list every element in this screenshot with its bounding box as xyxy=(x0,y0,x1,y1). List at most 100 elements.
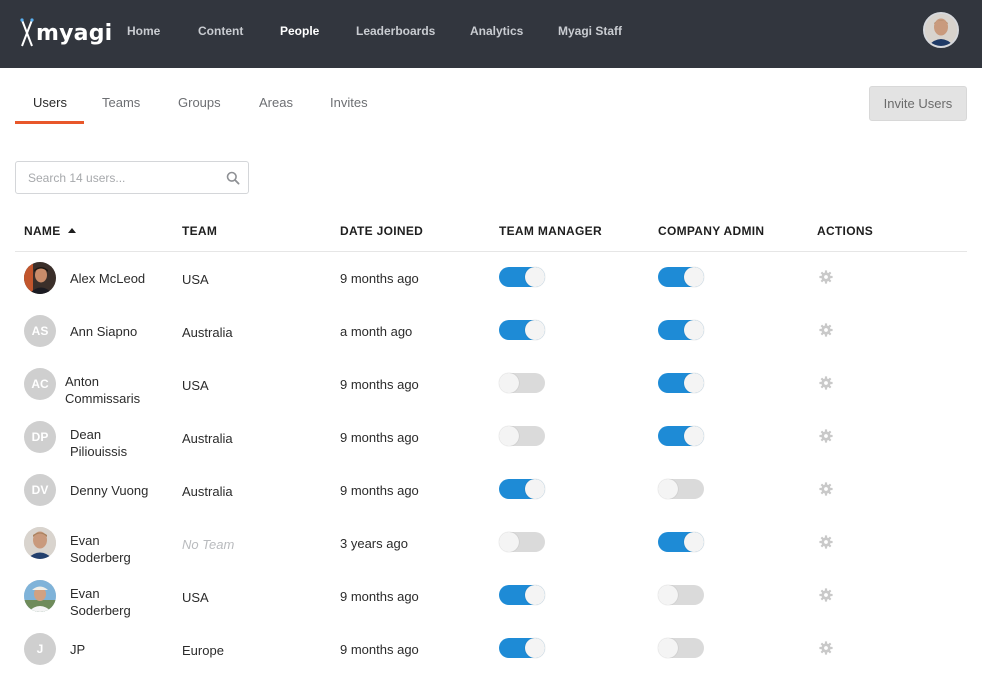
user-name[interactable]: Alex McLeod xyxy=(70,270,170,287)
user-name[interactable]: Dean Piliouissis xyxy=(70,426,150,460)
toggle-knob xyxy=(525,479,545,499)
top-navigation-bar: myagi Home Content People Leaderboards A… xyxy=(0,0,982,68)
toggle-knob xyxy=(525,320,545,340)
company-admin-toggle[interactable] xyxy=(658,638,704,658)
avatar-initials: AS xyxy=(31,324,49,338)
search-icon[interactable] xyxy=(226,171,240,185)
avatar xyxy=(24,527,56,559)
toggle-knob xyxy=(684,426,704,446)
company-admin-toggle[interactable] xyxy=(658,532,704,552)
column-header-actions: ACTIONS xyxy=(817,224,874,238)
user-name[interactable]: Anton Commissaris xyxy=(65,373,155,407)
user-name[interactable]: Evan Soderberg xyxy=(70,585,150,619)
user-name[interactable]: Evan Soderberg xyxy=(70,532,150,566)
toggle-knob xyxy=(525,638,545,658)
toggle-knob xyxy=(499,532,519,552)
toggle-knob xyxy=(658,585,678,605)
team-manager-toggle[interactable] xyxy=(499,532,545,552)
user-team: USA xyxy=(182,378,209,393)
company-admin-toggle[interactable] xyxy=(658,426,704,446)
nav-content[interactable]: Content xyxy=(198,24,243,38)
toggle-knob xyxy=(684,532,704,552)
nav-analytics[interactable]: Analytics xyxy=(470,24,523,38)
column-header-company-admin[interactable]: COMPANY ADMIN xyxy=(658,224,764,238)
table-row[interactable]: Evan Soderberg USA 9 months ago xyxy=(0,570,982,623)
avatar xyxy=(24,580,56,612)
gear-icon[interactable] xyxy=(819,641,833,655)
date-joined: 9 months ago xyxy=(340,483,419,498)
toggle-knob xyxy=(525,585,545,605)
table-row[interactable]: Evan Soderberg No Team 3 years ago xyxy=(0,517,982,570)
nav-leaderboards[interactable]: Leaderboards xyxy=(356,24,435,38)
search-box xyxy=(15,161,249,194)
nav-home[interactable]: Home xyxy=(127,24,160,38)
company-admin-toggle[interactable] xyxy=(658,320,704,340)
toggle-knob xyxy=(658,638,678,658)
date-joined: a month ago xyxy=(340,324,413,339)
tab-invites[interactable]: Invites xyxy=(330,95,368,110)
company-admin-toggle[interactable] xyxy=(658,479,704,499)
date-joined: 9 months ago xyxy=(340,589,419,604)
table-row[interactable]: AC Anton Commissaris USA 9 months ago xyxy=(0,358,982,411)
company-admin-toggle[interactable] xyxy=(658,585,704,605)
toggle-knob xyxy=(499,373,519,393)
tab-users[interactable]: Users xyxy=(33,95,67,110)
column-header-name[interactable]: NAME xyxy=(24,224,76,238)
user-team: USA xyxy=(182,590,209,605)
avatar: AC xyxy=(24,368,56,400)
column-header-name-label: NAME xyxy=(24,224,61,238)
team-manager-toggle[interactable] xyxy=(499,267,545,287)
column-header-team[interactable]: TEAM xyxy=(182,224,217,238)
tab-teams[interactable]: Teams xyxy=(102,95,140,110)
avatar: J xyxy=(24,633,56,665)
avatar xyxy=(24,262,56,294)
toggle-knob xyxy=(684,373,704,393)
tab-groups[interactable]: Groups xyxy=(178,95,221,110)
team-manager-toggle[interactable] xyxy=(499,638,545,658)
gear-icon[interactable] xyxy=(819,588,833,602)
date-joined: 3 years ago xyxy=(340,536,408,551)
date-joined: 9 months ago xyxy=(340,642,419,657)
table-row[interactable]: AS Ann Siapno Australia a month ago xyxy=(0,305,982,358)
date-joined: 9 months ago xyxy=(340,430,419,445)
people-tabs: Users Teams Groups Areas Invites xyxy=(0,95,700,115)
search-input[interactable] xyxy=(17,163,217,192)
myagi-logo[interactable]: myagi xyxy=(20,17,112,49)
gear-icon[interactable] xyxy=(819,429,833,443)
team-manager-toggle[interactable] xyxy=(499,585,545,605)
sort-ascending-icon xyxy=(67,228,76,233)
gear-icon[interactable] xyxy=(819,482,833,496)
column-header-date-joined[interactable]: DATE JOINED xyxy=(340,224,423,238)
toggle-knob xyxy=(499,426,519,446)
table-row[interactable]: DV Denny Vuong Australia 9 months ago xyxy=(0,464,982,517)
toggle-knob xyxy=(684,267,704,287)
invite-users-button[interactable]: Invite Users xyxy=(869,86,967,121)
user-avatar-photo xyxy=(925,14,957,46)
company-admin-toggle[interactable] xyxy=(658,267,704,287)
myagi-logo-mark-icon xyxy=(20,18,34,47)
gear-icon[interactable] xyxy=(819,376,833,390)
nav-people[interactable]: People xyxy=(280,24,319,38)
toggle-knob xyxy=(525,267,545,287)
column-header-team-manager[interactable]: TEAM MANAGER xyxy=(499,224,602,238)
team-manager-toggle[interactable] xyxy=(499,479,545,499)
table-row[interactable]: Alex McLeod USA 9 months ago xyxy=(0,252,982,305)
company-admin-toggle[interactable] xyxy=(658,373,704,393)
user-name[interactable]: Denny Vuong xyxy=(70,482,170,499)
table-row[interactable]: DP Dean Piliouissis Australia 9 months ago xyxy=(0,411,982,464)
nav-myagi-staff[interactable]: Myagi Staff xyxy=(558,24,622,38)
user-name[interactable]: JP xyxy=(70,641,170,658)
user-team: Australia xyxy=(182,484,233,499)
user-name[interactable]: Ann Siapno xyxy=(70,323,170,340)
gear-icon[interactable] xyxy=(819,535,833,549)
table-row[interactable]: J JP Europe 9 months ago xyxy=(0,623,982,676)
user-team: Australia xyxy=(182,325,233,340)
team-manager-toggle[interactable] xyxy=(499,320,545,340)
gear-icon[interactable] xyxy=(819,270,833,284)
team-manager-toggle[interactable] xyxy=(499,426,545,446)
gear-icon[interactable] xyxy=(819,323,833,337)
user-avatar[interactable] xyxy=(923,12,959,48)
team-manager-toggle[interactable] xyxy=(499,373,545,393)
tab-areas[interactable]: Areas xyxy=(259,95,293,110)
avatar-initials: DP xyxy=(31,430,49,444)
